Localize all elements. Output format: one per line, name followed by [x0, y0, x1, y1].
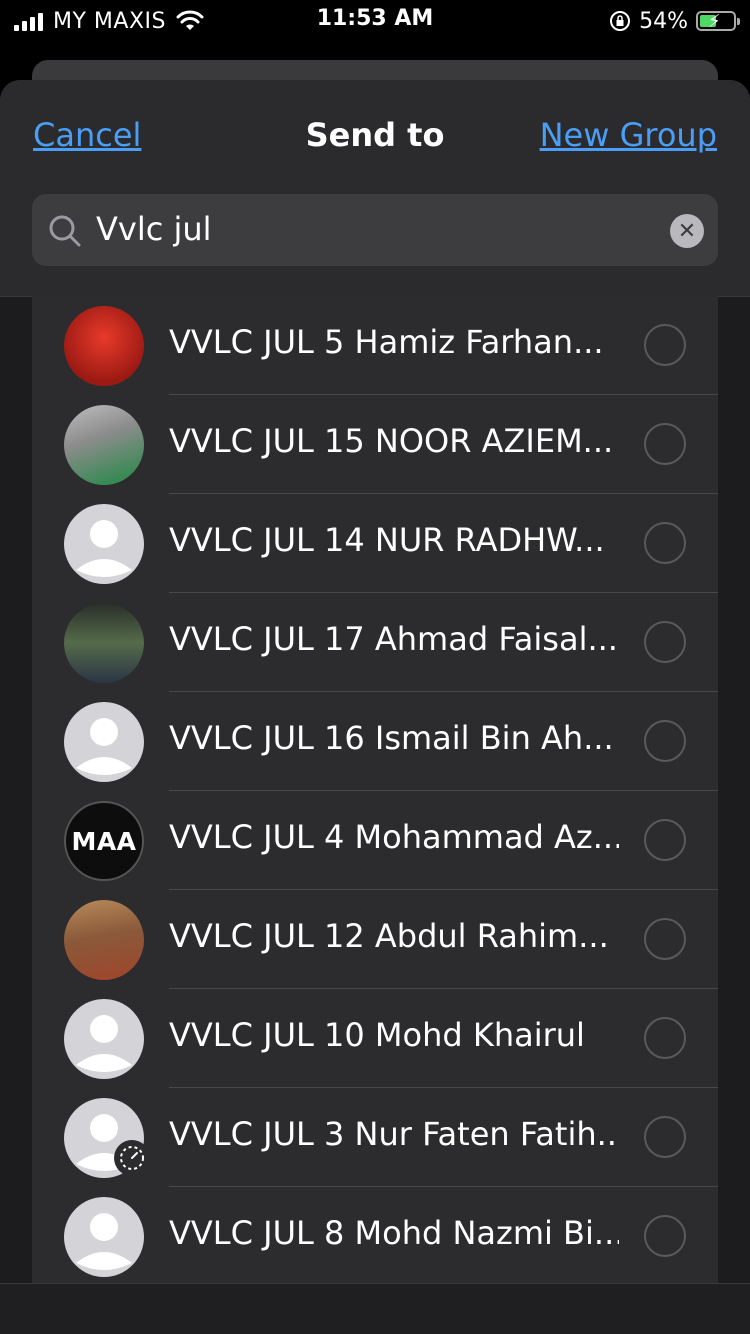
status-bar: MY MAXIS 11:53 AM 54% ⚡ — [0, 0, 750, 44]
contact-list: VVLC JUL 5 Hamiz Farhan... VVLC JUL 15 NO… — [32, 296, 718, 1286]
avatar — [64, 999, 144, 1079]
select-radio[interactable] — [644, 720, 686, 762]
search-icon — [49, 215, 81, 247]
battery-icon: ⚡ — [696, 11, 740, 32]
contact-name: VVLC JUL 12 Abdul Rahim... — [169, 917, 609, 955]
contact-name: VVLC JUL 5 Hamiz Farhan... — [169, 323, 604, 361]
contact-row[interactable]: MAA VVLC JUL 4 Mohammad Az... — [32, 791, 718, 890]
contact-row[interactable]: VVLC JUL 3 Nur Faten Fatih... — [32, 1088, 718, 1187]
select-radio[interactable] — [644, 1215, 686, 1257]
avatar — [64, 306, 144, 386]
contact-name: VVLC JUL 4 Mohammad Az... — [169, 818, 619, 856]
timer-icon — [114, 1140, 150, 1176]
contact-row[interactable]: VVLC JUL 16 Ismail Bin Ah... — [32, 692, 718, 791]
contact-row[interactable]: VVLC JUL 14 NUR RADHW... — [32, 494, 718, 593]
contact-row[interactable]: VVLC JUL 12 Abdul Rahim... — [32, 890, 718, 989]
select-radio[interactable] — [644, 324, 686, 366]
contact-name: VVLC JUL 17 Ahmad Faisal... — [169, 620, 618, 658]
contact-name: VVLC JUL 10 Mohd Khairul — [169, 1016, 585, 1054]
avatar — [64, 603, 144, 683]
status-right: 54% ⚡ — [609, 6, 740, 36]
avatar — [64, 1197, 144, 1277]
contact-name: VVLC JUL 15 NOOR AZIEM... — [169, 422, 614, 460]
select-radio[interactable] — [644, 1017, 686, 1059]
send-to-sheet: Cancel Send to New Group Vvlc jul ✕ VVLC… — [0, 80, 750, 1334]
charging-bolt-icon: ⚡ — [708, 11, 721, 32]
select-radio[interactable] — [644, 621, 686, 663]
avatar — [64, 900, 144, 980]
select-radio[interactable] — [644, 423, 686, 465]
sheet-header: Cancel Send to New Group Vvlc jul ✕ — [0, 80, 750, 297]
avatar-logo-text: MAA — [71, 826, 137, 856]
contact-name: VVLC JUL 3 Nur Faten Fatih... — [169, 1115, 619, 1153]
contact-row[interactable]: VVLC JUL 17 Ahmad Faisal... — [32, 593, 718, 692]
avatar — [64, 504, 144, 584]
contact-row[interactable]: VVLC JUL 5 Hamiz Farhan... — [32, 296, 718, 395]
select-radio[interactable] — [644, 819, 686, 861]
select-radio[interactable] — [644, 522, 686, 564]
contact-name: VVLC JUL 16 Ismail Bin Ah... — [169, 719, 614, 757]
select-radio[interactable] — [644, 1116, 686, 1158]
search-bar[interactable]: Vvlc jul ✕ — [32, 194, 718, 266]
new-group-button[interactable]: New Group — [540, 116, 717, 154]
clear-icon: ✕ — [677, 218, 697, 244]
contact-row[interactable]: VVLC JUL 8 Mohd Nazmi Bi... — [32, 1187, 718, 1286]
avatar — [64, 702, 144, 782]
bottom-bar — [0, 1283, 750, 1334]
orientation-lock-icon — [610, 11, 631, 31]
battery-percentage: 54% — [639, 8, 688, 34]
avatar: MAA — [64, 801, 144, 881]
contact-name: VVLC JUL 14 NUR RADHW... — [169, 521, 605, 559]
search-input[interactable]: Vvlc jul — [96, 210, 212, 248]
clear-search-button[interactable]: ✕ — [670, 214, 704, 248]
contact-row[interactable]: VVLC JUL 15 NOOR AZIEM... — [32, 395, 718, 494]
contact-name: VVLC JUL 8 Mohd Nazmi Bi... — [169, 1214, 619, 1252]
select-radio[interactable] — [644, 918, 686, 960]
contact-row[interactable]: VVLC JUL 10 Mohd Khairul — [32, 989, 718, 1088]
avatar — [64, 405, 144, 485]
